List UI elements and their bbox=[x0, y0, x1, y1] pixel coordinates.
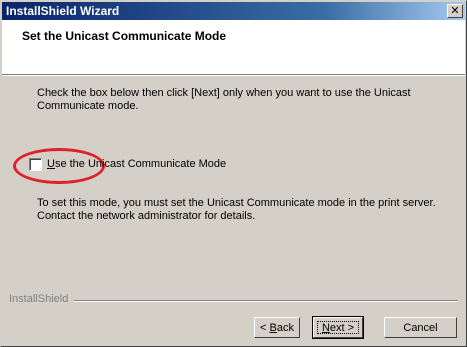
wizard-header: Set the Unicast Communicate Mode bbox=[2, 20, 465, 74]
cancel-button[interactable]: Cancel bbox=[384, 317, 457, 338]
unicast-mode-checkbox[interactable] bbox=[29, 158, 42, 171]
footer-divider bbox=[9, 300, 458, 302]
title-bar[interactable]: InstallShield Wizard ✕ bbox=[2, 2, 465, 20]
next-button[interactable]: Next > bbox=[312, 316, 364, 339]
description-text: Check the box below then click [Next] on… bbox=[37, 87, 411, 112]
installshield-wizard-window: InstallShield Wizard ✕ Set the Unicast C… bbox=[0, 0, 467, 347]
window-title: InstallShield Wizard bbox=[6, 4, 120, 18]
unicast-mode-checkbox-label[interactable]: Use the Unicast Communicate Mode bbox=[47, 158, 226, 170]
focus-rectangle bbox=[317, 321, 359, 334]
header-divider bbox=[2, 74, 465, 76]
installshield-brand-label: InstallShield bbox=[9, 293, 75, 305]
instruction-note: To set this mode, you must set the Unica… bbox=[37, 197, 436, 222]
close-button[interactable]: ✕ bbox=[447, 4, 463, 18]
page-title: Set the Unicast Communicate Mode bbox=[22, 29, 227, 43]
close-icon: ✕ bbox=[450, 5, 460, 17]
back-button[interactable]: < Back bbox=[254, 317, 300, 338]
